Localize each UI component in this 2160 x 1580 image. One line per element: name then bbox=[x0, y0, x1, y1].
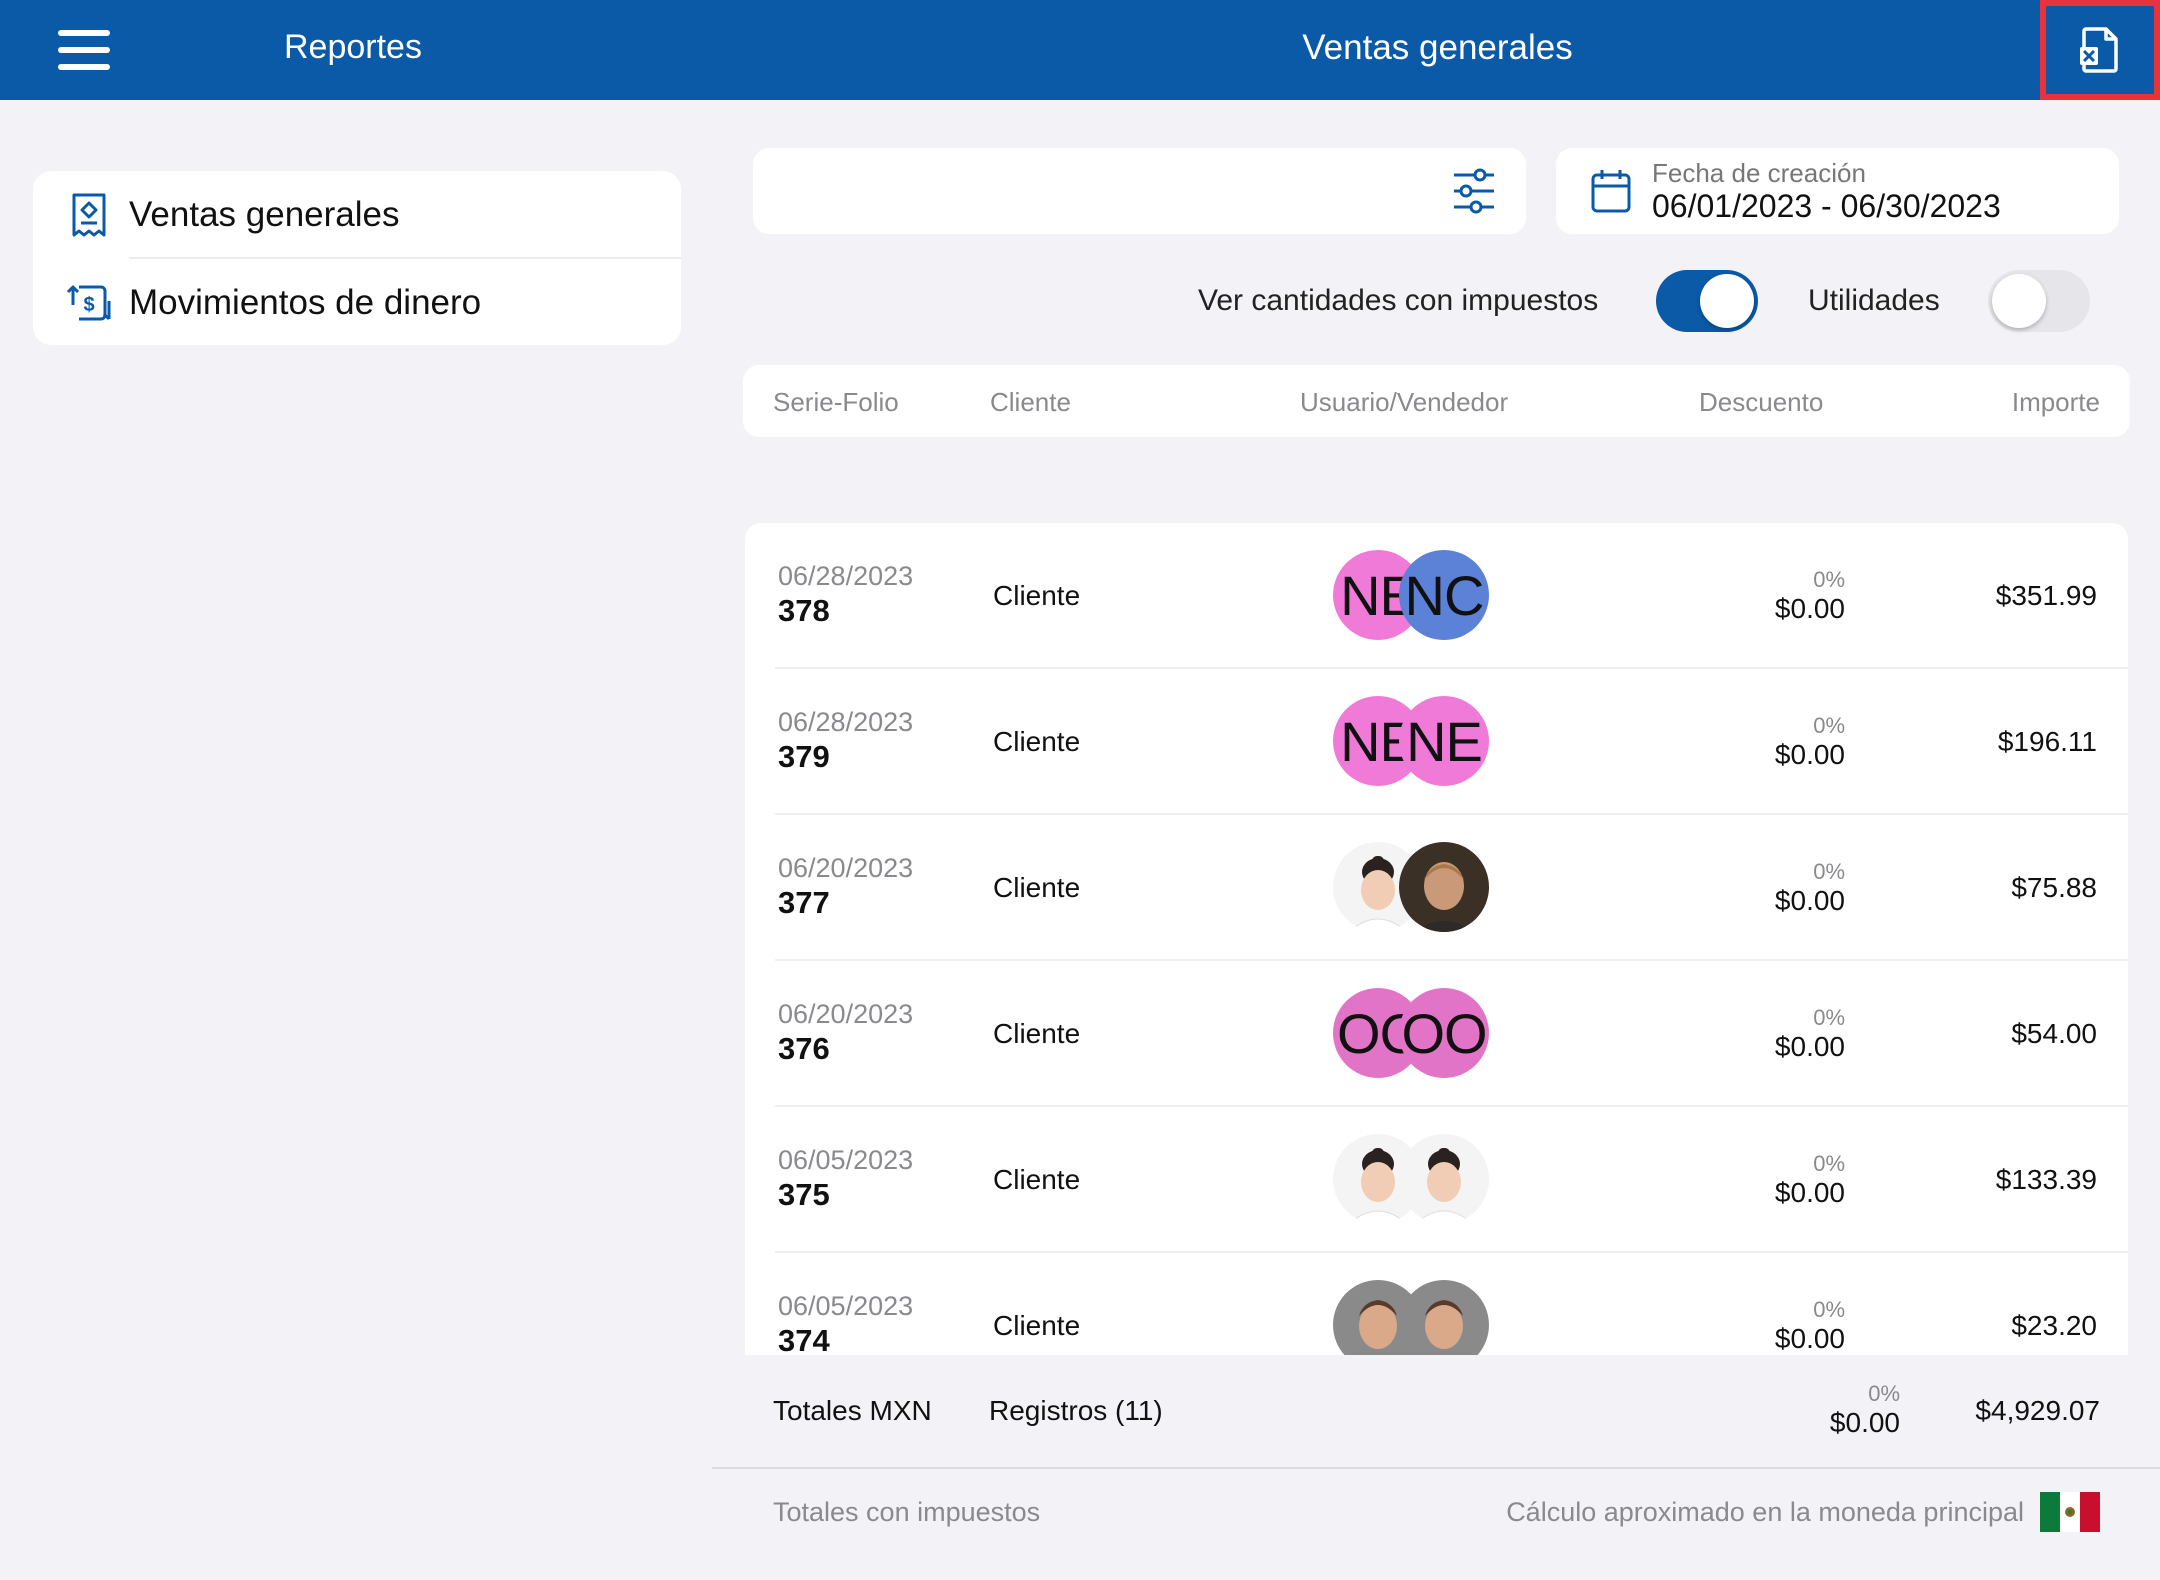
discount-amount: $0.00 bbox=[1774, 885, 1845, 916]
column-header-descuento[interactable]: Descuento bbox=[1699, 387, 1823, 418]
sale-folio: 375 bbox=[778, 1177, 830, 1212]
sale-date: 06/28/2023 bbox=[778, 561, 914, 591]
table-header: Serie-Folio Cliente Usuario/Vendedor Des… bbox=[743, 365, 2130, 437]
table-row[interactable]: 06/28/2023 378 Cliente NE NC 0% $0.00 $3… bbox=[745, 523, 2128, 669]
user-avatars bbox=[1333, 1134, 1489, 1226]
nav-title: Reportes bbox=[284, 28, 422, 66]
user-avatars bbox=[1333, 1280, 1489, 1355]
discount-amount: $0.00 bbox=[1774, 593, 1845, 624]
column-header-importe[interactable]: Importe bbox=[2012, 387, 2100, 418]
top-app-bar: Reportes Ventas generales bbox=[0, 0, 2160, 100]
page-title: Ventas generales bbox=[1302, 28, 1573, 67]
sale-folio: 374 bbox=[778, 1323, 830, 1355]
sale-amount: $133.39 bbox=[1995, 1164, 2097, 1195]
column-header-usuario-vendedor[interactable]: Usuario/Vendedor bbox=[1300, 387, 1508, 418]
user-avatars bbox=[1333, 842, 1489, 934]
client-name: Cliente bbox=[993, 726, 1081, 757]
sales-list: 06/28/2023 378 Cliente NE NC 0% $0.00 $3… bbox=[745, 523, 2128, 1355]
avatar-photo-man bbox=[1399, 1280, 1489, 1355]
table-row[interactable]: 06/20/2023 377 Cliente 0% $0.00 $75.88 bbox=[745, 815, 2128, 961]
profits-toggle[interactable] bbox=[1988, 270, 2090, 332]
client-name: Cliente bbox=[993, 872, 1081, 903]
svg-text:$: $ bbox=[83, 294, 94, 316]
search-filter-field[interactable] bbox=[753, 148, 1526, 234]
filter-sliders-icon[interactable] bbox=[1452, 166, 1496, 216]
discount-percent: 0% bbox=[1813, 859, 1845, 884]
table-row[interactable]: 06/20/2023 376 Cliente OC OO 0% $0.00 $5… bbox=[745, 961, 2128, 1107]
discount-percent: 0% bbox=[1813, 1151, 1845, 1176]
taxes-toggle[interactable] bbox=[1656, 270, 1758, 332]
excel-export-button[interactable] bbox=[2040, 0, 2160, 100]
client-name: Cliente bbox=[993, 1018, 1081, 1049]
footer-taxes-note: Totales con impuestos bbox=[773, 1497, 1041, 1527]
total-discount-percent: 0% bbox=[1868, 1381, 1900, 1406]
client-name: Cliente bbox=[993, 1310, 1081, 1341]
sale-amount: $196.11 bbox=[1997, 726, 2097, 757]
sale-date: 06/28/2023 bbox=[778, 707, 914, 737]
reports-sidebar: Ventas generales $ Movimientos de dinero bbox=[33, 171, 681, 345]
date-field-label: Fecha de creación bbox=[1652, 158, 1866, 188]
avatar: NC bbox=[1399, 550, 1489, 640]
hamburger-menu-icon[interactable] bbox=[58, 30, 110, 70]
discount-percent: 0% bbox=[1813, 567, 1845, 592]
avatar: NE bbox=[1399, 696, 1489, 786]
sale-amount: $75.88 bbox=[2011, 872, 2097, 903]
sidebar-item-movimientos-de-dinero[interactable]: $ Movimientos de dinero bbox=[33, 259, 681, 347]
column-header-cliente[interactable]: Cliente bbox=[990, 387, 1071, 418]
excel-export-icon bbox=[2080, 27, 2118, 73]
user-avatars: NE NE bbox=[1333, 696, 1489, 788]
sale-date: 06/20/2023 bbox=[778, 999, 914, 1029]
column-header-serie-folio[interactable]: Serie-Folio bbox=[773, 387, 899, 418]
table-row[interactable]: 06/05/2023 374 Cliente 0% $0.00 $23.20 bbox=[745, 1253, 2128, 1355]
sidebar-item-label: Ventas generales bbox=[129, 195, 400, 234]
table-row[interactable]: 06/28/2023 379 Cliente NE NE 0% $0.00 $1… bbox=[745, 669, 2128, 815]
profits-toggle-label: Utilidades bbox=[1808, 284, 1940, 317]
sidebar-item-label: Movimientos de dinero bbox=[129, 283, 482, 322]
avatar: OO bbox=[1399, 988, 1489, 1078]
totals-label: Totales MXN bbox=[773, 1395, 932, 1426]
total-amount: $4,929.07 bbox=[1975, 1395, 2100, 1426]
sale-folio: 377 bbox=[778, 885, 830, 920]
money-exchange-icon: $ bbox=[66, 285, 111, 321]
divider bbox=[712, 1467, 2160, 1469]
discount-amount: $0.00 bbox=[1774, 739, 1845, 770]
sale-date: 06/20/2023 bbox=[778, 853, 914, 883]
client-name: Cliente bbox=[993, 1164, 1081, 1195]
avatar-photo-man bbox=[1399, 842, 1489, 932]
user-avatars: OC OO bbox=[1333, 988, 1489, 1080]
creation-date-picker[interactable]: Fecha de creación 06/01/2023 - 06/30/202… bbox=[1556, 148, 2119, 234]
discount-amount: $0.00 bbox=[1774, 1177, 1845, 1208]
avatar-photo-woman bbox=[1399, 1134, 1489, 1224]
sale-folio: 379 bbox=[778, 739, 830, 774]
sale-folio: 376 bbox=[778, 1031, 830, 1066]
footer-currency-note: Cálculo aproximado en la moneda principa… bbox=[1506, 1497, 2024, 1527]
sidebar-item-ventas-generales[interactable]: Ventas generales bbox=[33, 171, 681, 259]
discount-percent: 0% bbox=[1813, 713, 1845, 738]
mexico-flag-icon bbox=[2040, 1492, 2100, 1532]
sale-amount: $23.20 bbox=[2011, 1310, 2097, 1341]
discount-percent: 0% bbox=[1813, 1297, 1845, 1322]
taxes-toggle-label: Ver cantidades con impuestos bbox=[1198, 284, 1599, 317]
total-discount-amount: $0.00 bbox=[1829, 1407, 1900, 1438]
sale-amount: $351.99 bbox=[1995, 580, 2097, 611]
discount-amount: $0.00 bbox=[1774, 1323, 1845, 1354]
discount-percent: 0% bbox=[1813, 1005, 1845, 1030]
sale-date: 06/05/2023 bbox=[778, 1291, 914, 1321]
sale-date: 06/05/2023 bbox=[778, 1145, 914, 1175]
calendar-icon bbox=[1591, 170, 1631, 213]
sale-folio: 378 bbox=[778, 593, 830, 628]
user-avatars: NE NC bbox=[1333, 550, 1489, 642]
totals-bar: Totales MXN Registros (11) 0% $0.00 $4,9… bbox=[712, 1355, 2160, 1467]
discount-amount: $0.00 bbox=[1774, 1031, 1845, 1062]
receipt-icon bbox=[72, 193, 106, 237]
records-count: Registros (11) bbox=[989, 1395, 1163, 1426]
sale-amount: $54.00 bbox=[2011, 1018, 2097, 1049]
client-name: Cliente bbox=[993, 580, 1081, 611]
table-row[interactable]: 06/05/2023 375 Cliente 0% $0.00 $133.39 bbox=[745, 1107, 2128, 1253]
date-range-value: 06/01/2023 - 06/30/2023 bbox=[1652, 188, 2001, 224]
